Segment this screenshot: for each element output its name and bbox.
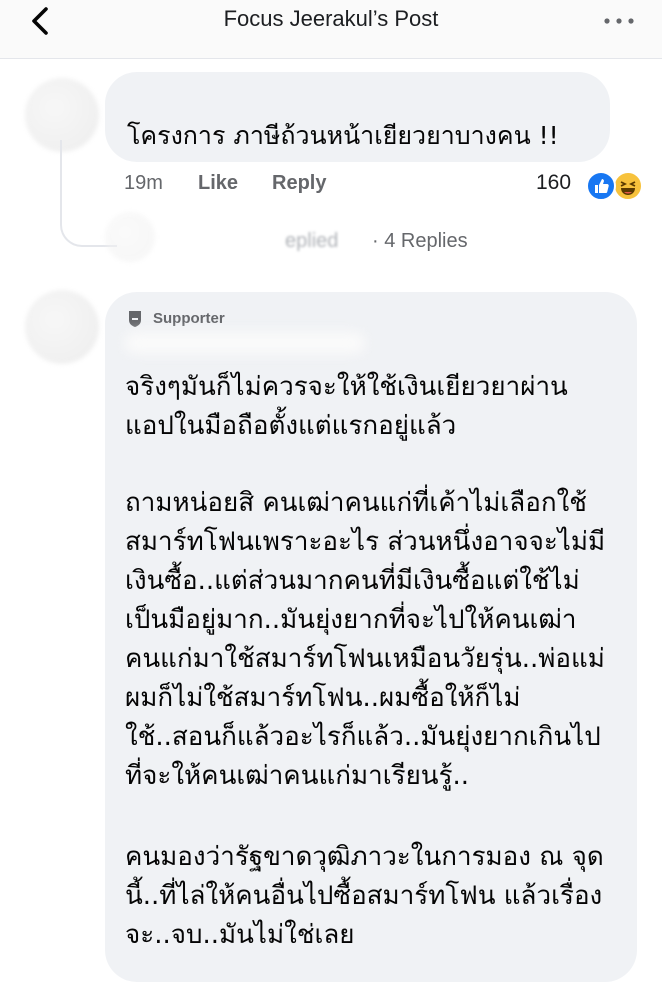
comment-line: แอปในมือถือตั้งแต่แรกอยู่แล้ว (125, 411, 457, 441)
comment-timestamp[interactable]: 19m (124, 172, 163, 195)
comment-line: เป็นมือยู่มาก..มันยุ่งยากที่จะไปให้คนเฒ่… (125, 605, 577, 635)
supporter-badge[interactable]: Supporter (153, 310, 225, 327)
comment-line: สมาร์ทโฟนเพราะอะไร ส่วนหนึ่งอาจจะไม่มี (125, 527, 606, 557)
commenter-avatar-blurred[interactable] (25, 290, 99, 364)
comment-text: โครงการ ภาษีถ้วนหน้าเยียวยาบางคน !! (127, 121, 559, 150)
comment-bubble[interactable]: Supporter จริงๆมันก็ไม่ควรจะให้ใช้เงินเย… (105, 292, 637, 982)
comment-line: ถามหน่อยสิ คนเฒ่าคนแก่ที่เค้าไม่เลือกใช้ (125, 488, 587, 518)
comment-paragraph: จริงๆมันก็ไม่ควรจะให้ใช้เงินเยียวยาผ่าน … (125, 368, 625, 446)
comment-line: คนแก่มาใช้สมาร์ทโฟนเหมือนวัยรุ่น..พ่อแม่ (125, 644, 605, 674)
comment-line: จริงๆมันก็ไม่ควรจะให้ใช้เงินเยียวยาผ่าน (125, 372, 568, 402)
replied-by-text: eplied (285, 230, 339, 252)
comment-line: คนมองว่ารัฐขาดวุฒิภาวะในการมอง ณ จุด (125, 842, 604, 872)
top-bar: Focus Jeerakul’s Post (0, 0, 662, 59)
comment-line: เงินซื้อ..แต่ส่วนมากคนที่มีเงินซื้อแต่ใช… (125, 566, 580, 596)
reaction-count[interactable]: 160 (536, 171, 571, 195)
comment-line: จะ..จบ..มันไม่ใช่เลย (125, 920, 355, 950)
reply-button[interactable]: Reply (272, 172, 326, 195)
replier-avatar-blurred (105, 212, 155, 262)
comment-line: ผมก็ไม่ใช้สมาร์ทโฟน..ผมซื้อให้ก็ไม่ (125, 683, 521, 713)
page-title: Focus Jeerakul’s Post (223, 6, 439, 31)
comment-line: ใช้..สอนก็แล้วอะไรก็แล้ว..มันยุ่งยากเกิน… (125, 722, 601, 752)
more-options-icon[interactable] (600, 16, 640, 26)
comment-bubble[interactable]: โครงการ ภาษีถ้วนหน้าเยียวยาบางคน !! (105, 72, 610, 162)
comment-line: นี้..ที่ไล่ให้คนอื่นไปซื้อสมาร์ทโฟน แล้ว… (125, 881, 603, 911)
like-reaction-icon[interactable] (586, 171, 616, 201)
like-button[interactable]: Like (198, 172, 238, 195)
view-replies-link[interactable]: · 4 Replies (372, 230, 468, 253)
haha-reaction-icon[interactable] (613, 171, 643, 201)
comment-paragraph: ถามหน่อยสิ คนเฒ่าคนแก่ที่เค้าไม่เลือกใช้… (125, 484, 625, 796)
commenter-name-blurred[interactable] (125, 332, 365, 354)
comment-paragraph: คนมองว่ารัฐขาดวุฒิภาวะในการมอง ณ จุด นี้… (125, 838, 625, 955)
supporter-badge-icon (129, 311, 141, 327)
comment-line: ที่จะให้คนเฒ่าคนแก่มาเรียนรู้.. (125, 761, 470, 791)
